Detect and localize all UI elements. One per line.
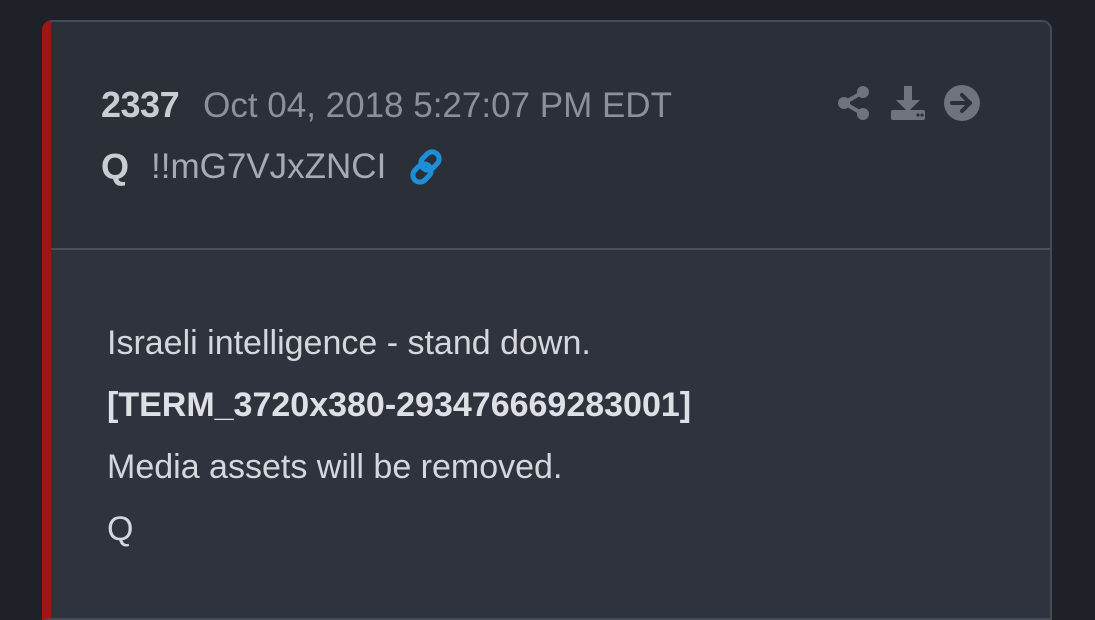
post-line: [TERM_3720x380-293476669283001] (107, 386, 692, 424)
post-actions (835, 84, 997, 122)
post-line: Media assets will be removed. (107, 448, 563, 486)
post-card: 2337 Oct 04, 2018 5:27:07 PM EDT Q !!mG7… (42, 20, 1052, 620)
post-signature: Q (107, 510, 134, 548)
post-line: Israeli intelligence - stand down. (107, 324, 591, 362)
author-name: Q (101, 146, 130, 187)
post-number[interactable]: 2337 (101, 84, 180, 126)
post-timestamp: Oct 04, 2018 5:27:07 PM EDT (203, 86, 672, 125)
post-body: Israeli intelligence - stand down. [TERM… (107, 312, 1030, 560)
arrow-right-circle-icon[interactable] (943, 84, 981, 122)
author-row: Q !!mG7VJxZNCI (101, 146, 446, 188)
download-icon[interactable] (889, 84, 927, 122)
link-icon[interactable] (406, 147, 446, 187)
post-header: 2337 Oct 04, 2018 5:27:07 PM EDT Q !!mG7… (51, 22, 1050, 250)
post-meta-row: 2337 Oct 04, 2018 5:27:07 PM EDT (101, 84, 672, 126)
author-tripcode: !!mG7VJxZNCI (151, 147, 387, 186)
share-icon[interactable] (835, 84, 873, 122)
